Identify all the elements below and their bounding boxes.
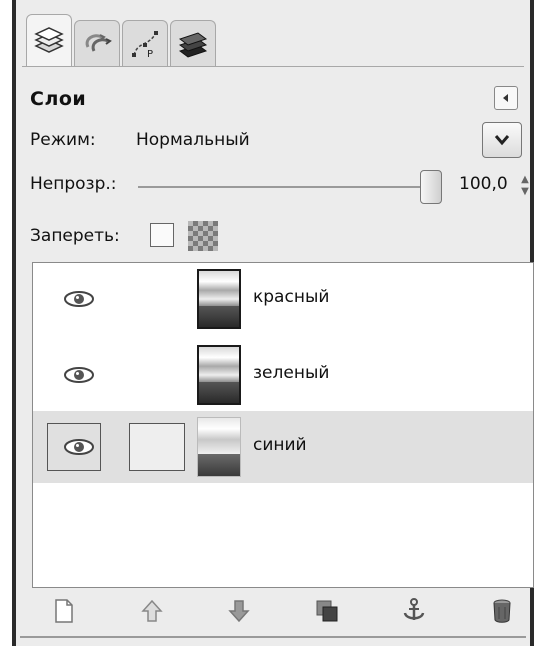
panel-menu-button[interactable] (494, 86, 518, 110)
tab-layers[interactable] (26, 14, 72, 66)
anchor-layer-icon (404, 598, 425, 620)
mode-select-value[interactable]: Нормальный (136, 130, 250, 150)
anchor-layer-button[interactable] (400, 597, 428, 625)
lock-pixels-checkbox[interactable] (150, 223, 174, 247)
layers-tab-icon (34, 26, 64, 53)
layers-list[interactable]: красный зеленый синий (32, 262, 534, 588)
spin-down-icon[interactable]: ▼ (521, 186, 529, 198)
dock-tabs: P (26, 14, 216, 66)
chevron-down-icon (494, 135, 510, 146)
opacity-spin-buttons[interactable]: ▲ ▼ (518, 172, 532, 200)
lock-label: Запереть: (30, 226, 120, 246)
layer-row-selected[interactable]: синий (33, 411, 533, 483)
layer-name[interactable]: красный (253, 287, 329, 307)
layers-dialog: P Слои Режим: Нормальный Непрозр.: 100,0… (12, 0, 534, 646)
eye-icon[interactable] (63, 289, 95, 309)
lock-alpha-checkbox[interactable] (188, 221, 218, 251)
delete-layer-button[interactable] (488, 597, 516, 625)
lower-layer-icon (228, 600, 250, 623)
lower-layer-button[interactable] (225, 597, 253, 625)
delete-layer-icon (493, 599, 511, 623)
svg-text:P: P (147, 49, 153, 59)
channels-tab-icon (178, 31, 208, 58)
tab-paths[interactable]: P (122, 20, 168, 66)
layer-thumbnail (197, 345, 241, 405)
tab-divider (22, 66, 524, 67)
layers-toolbar (32, 588, 534, 634)
new-layer-button[interactable] (50, 597, 78, 625)
panel-title: Слои (30, 88, 87, 110)
undo-history-tab-icon (85, 33, 112, 52)
mode-dropdown-button[interactable] (482, 122, 522, 158)
layer-thumbnail (197, 417, 241, 477)
opacity-label: Непрозр.: (30, 174, 117, 194)
layer-row[interactable]: красный (33, 263, 533, 335)
bottom-divider (20, 636, 526, 638)
raise-layer-button[interactable] (138, 597, 166, 625)
tab-undo-history[interactable] (74, 20, 120, 66)
opacity-slider-handle[interactable] (420, 170, 442, 204)
duplicate-layer-button[interactable] (313, 597, 341, 625)
paths-tab-icon: P (132, 30, 158, 59)
layer-name[interactable]: зеленый (253, 363, 329, 383)
mode-label: Режим: (30, 130, 96, 150)
spin-up-icon[interactable]: ▲ (521, 174, 529, 186)
opacity-value[interactable]: 100,0 (459, 174, 508, 194)
tab-channels[interactable] (170, 20, 216, 66)
layer-thumbnail (197, 269, 241, 329)
link-toggle[interactable] (129, 423, 185, 471)
layer-row[interactable]: зеленый (33, 339, 533, 411)
eye-icon[interactable] (63, 365, 95, 385)
layer-name[interactable]: синий (253, 435, 307, 455)
duplicate-layer-icon (316, 600, 338, 622)
eye-icon[interactable] (63, 437, 95, 457)
opacity-slider-track[interactable] (138, 186, 428, 188)
raise-layer-icon (140, 599, 163, 622)
new-layer-icon (55, 599, 73, 623)
triangle-left-icon (503, 94, 508, 102)
